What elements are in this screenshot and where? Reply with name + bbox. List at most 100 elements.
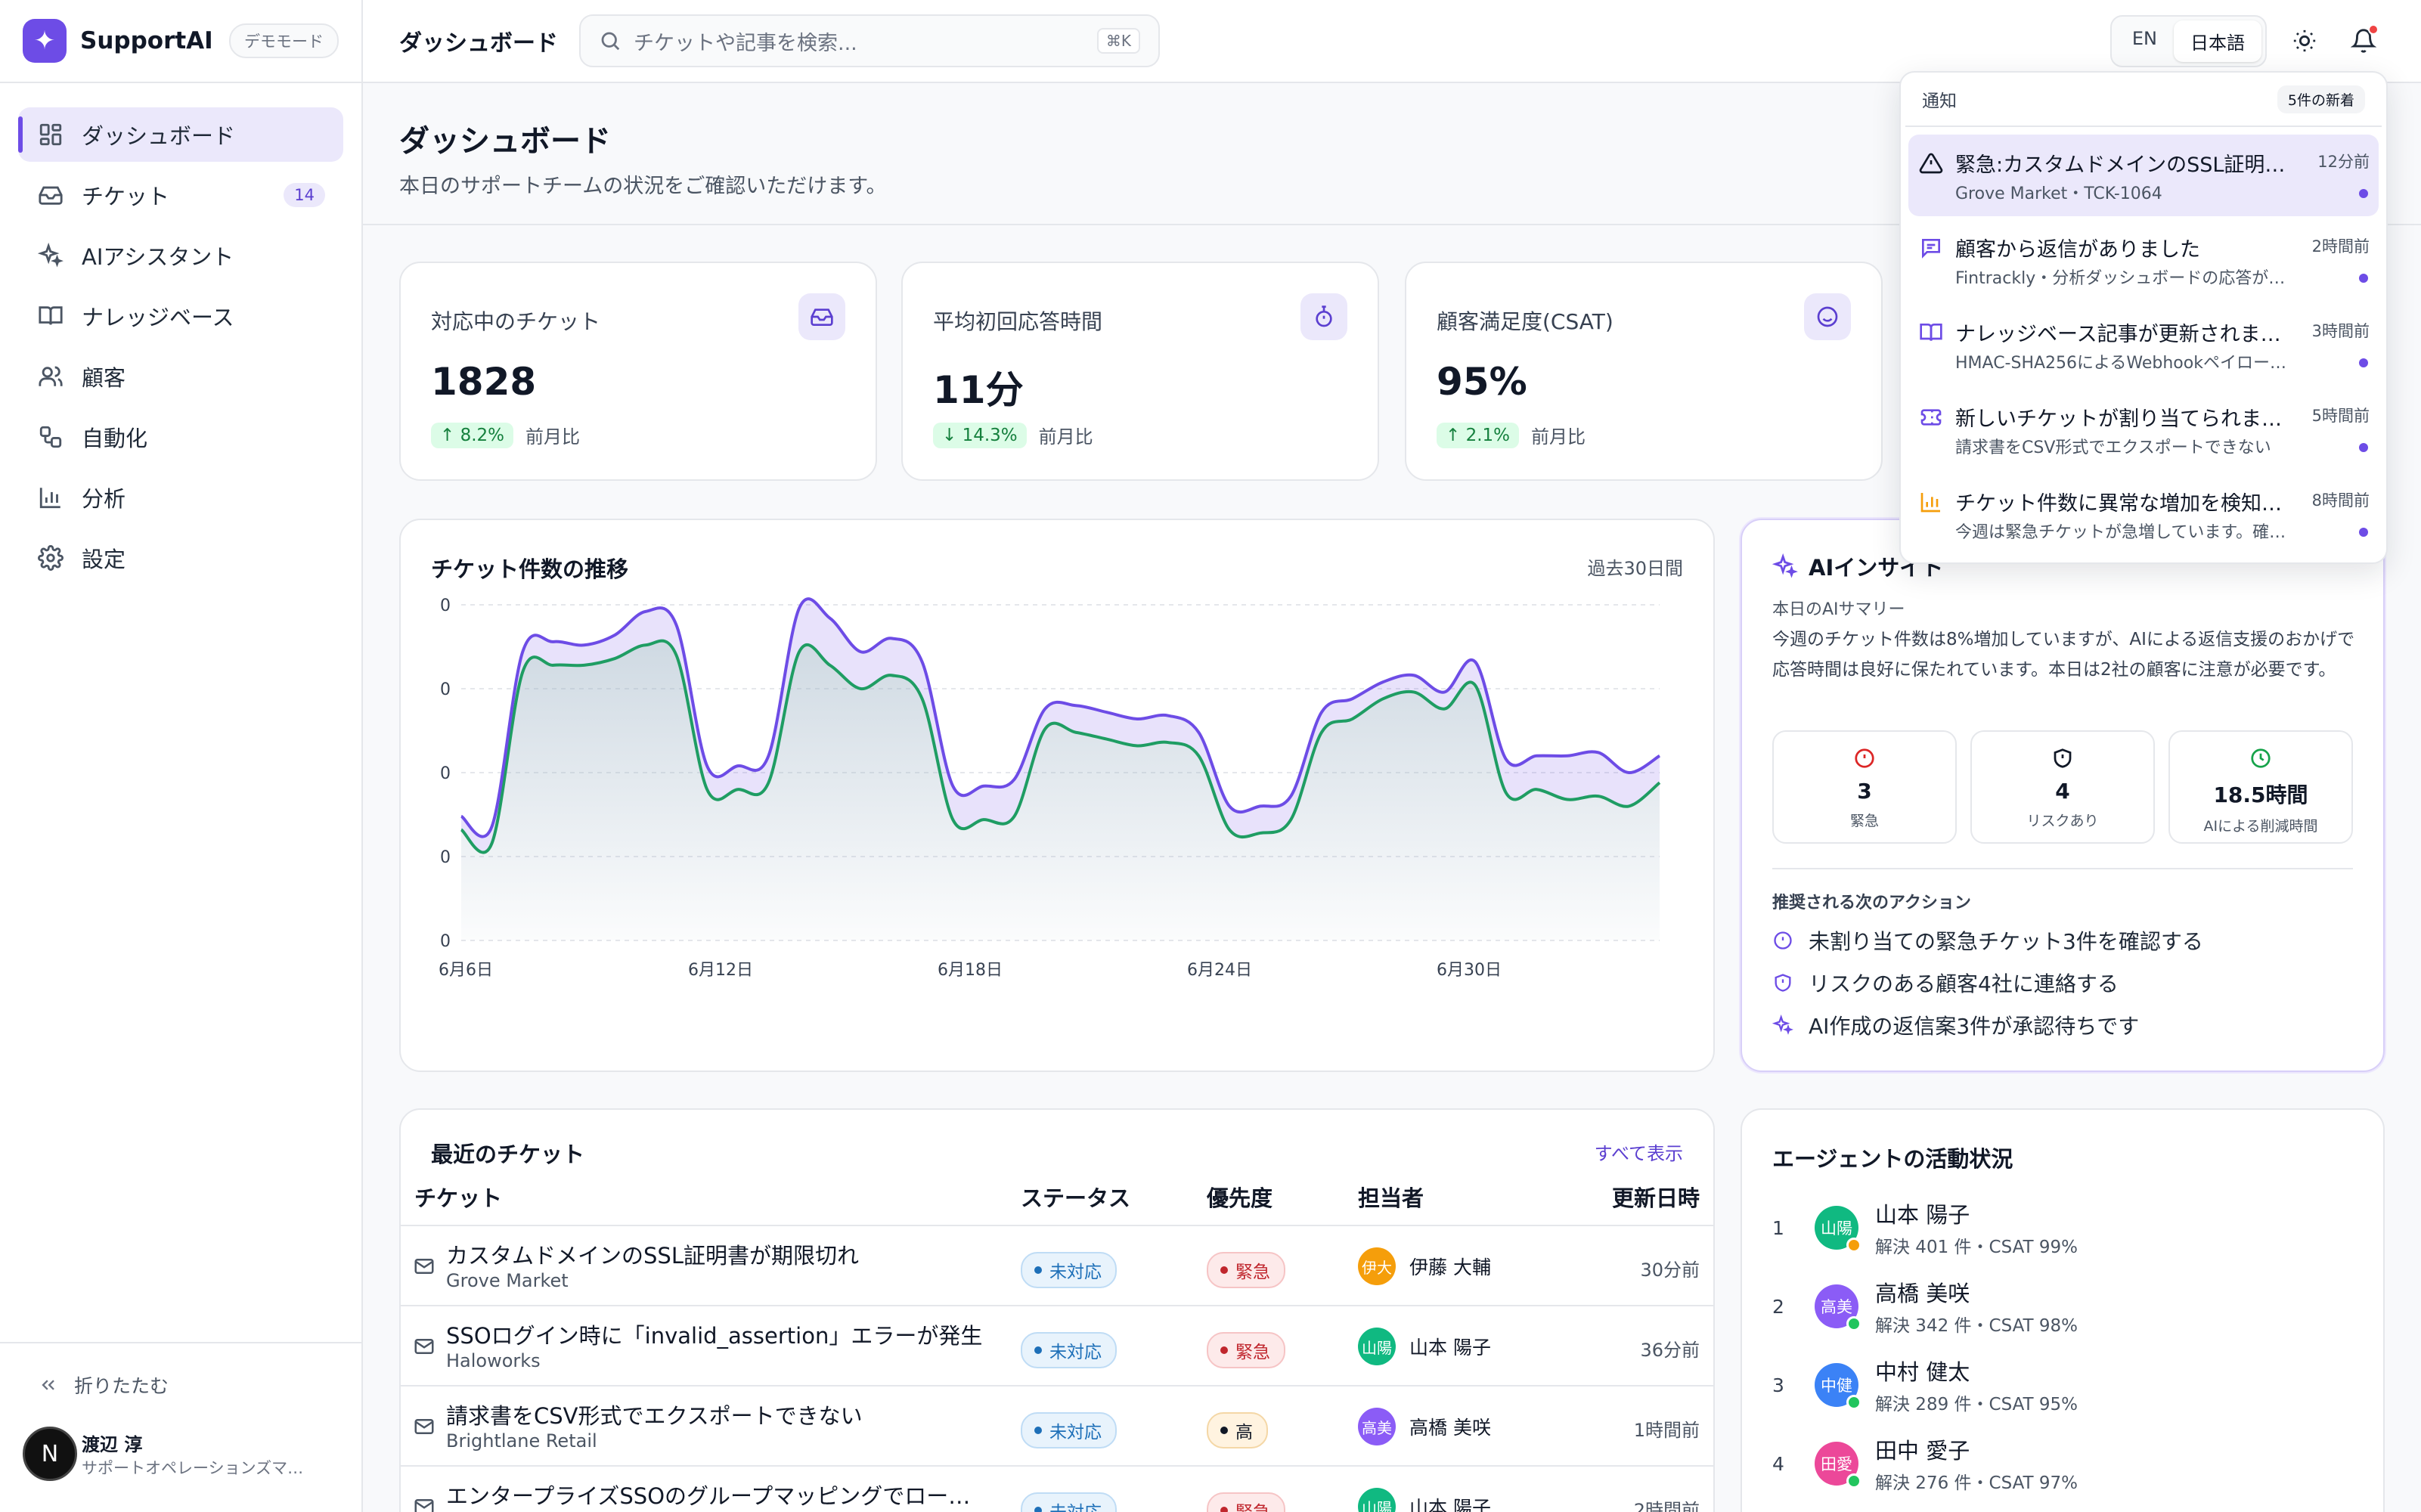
- notification-subtitle: 請求書をCSV形式でエクスポートできない: [1955, 438, 2271, 457]
- priority-badge: 緊急: [1207, 1492, 1285, 1512]
- notifications-button[interactable]: [2342, 20, 2385, 62]
- gear-icon: [36, 544, 65, 572]
- ai-actions-heading: 推奨される次のアクション: [1772, 894, 1971, 912]
- column-header-priority[interactable]: 優先度: [1207, 1181, 1272, 1213]
- user-profile[interactable]: N 渡辺 淳 サポートオペレーションズマネージャー: [23, 1427, 339, 1481]
- avatar: 山陽: [1358, 1328, 1396, 1365]
- sidebar-item-settings[interactable]: 設定: [18, 531, 343, 585]
- presence-dot: [1846, 1316, 1861, 1331]
- ai-action-label: リスクのある顧客4社に連絡する: [1809, 971, 2119, 996]
- ai-stat-label: 緊急: [1849, 813, 1879, 829]
- agent-name: 中村 健太: [1875, 1359, 1970, 1385]
- avatar: 伊大: [1358, 1247, 1396, 1285]
- sidebar-item-ai-assistant[interactable]: AIアシスタント: [18, 228, 343, 283]
- workflow-icon: [36, 423, 65, 451]
- priority-badge: 緊急: [1207, 1332, 1285, 1368]
- assignee: 山陽 山本 陽子: [1358, 1328, 1491, 1365]
- mail-icon: [413, 1335, 436, 1358]
- recent-tickets-card: 最近のチケット すべて表示 チケット ステータス 優先度 担当者 更新日時 カス…: [399, 1108, 1715, 1512]
- agent-meta: 解決 401 件・CSAT 99%: [1875, 1238, 2078, 1257]
- table-row[interactable]: カスタムドメインのSSL証明書が期限切れ Grove Market 未対応 緊急…: [401, 1225, 1713, 1305]
- sidebar-item-customers[interactable]: 顧客: [18, 349, 343, 404]
- notification-item[interactable]: チケット件数に異常な増加を検知しました 今週は緊急チケットが急増しています。確認…: [1908, 473, 2379, 555]
- column-header-updated[interactable]: 更新日時: [1612, 1181, 1700, 1213]
- ai-summary-heading: 本日のAIサマリー: [1772, 600, 1905, 619]
- agent-item[interactable]: 1 山陽 山本 陽子解決 401 件・CSAT 99%: [1772, 1198, 2078, 1258]
- avatar: 山陽: [1358, 1488, 1396, 1512]
- divider: [1772, 868, 2353, 869]
- stat-label: 対応中のチケット: [431, 309, 601, 334]
- book-icon: [1919, 321, 1945, 346]
- updated-time: 36分前: [1640, 1340, 1700, 1361]
- notification-item[interactable]: 緊急:カスタムドメインのSSL証明書が期限切れ Grove Market・TCK…: [1908, 135, 2379, 216]
- y-tick-label: 0: [440, 848, 451, 867]
- unread-dot: [2359, 443, 2368, 452]
- bar-chart-icon: [36, 483, 65, 512]
- theme-toggle-button[interactable]: [2283, 20, 2326, 62]
- sidebar-item-dashboard[interactable]: ダッシュボード: [18, 107, 343, 162]
- notification-subtitle: HMAC-SHA256によるWebhookペイロードの検証: [1955, 354, 2300, 373]
- sidebar-footer: 折りたたむ N 渡辺 淳 サポートオペレーションズマネージャー: [0, 1342, 361, 1512]
- notification-item[interactable]: 新しいチケットが割り当てられました 請求書をCSV形式でエクスポートできない 5…: [1908, 389, 2379, 470]
- agent-name: 山本 陽子: [1875, 1202, 1970, 1228]
- stat-card-first-response: 平均初回応答時間 11分 ↓ 14.3% 前月比: [901, 262, 1379, 481]
- sidebar-item-tickets[interactable]: チケット 14: [18, 168, 343, 222]
- sparkles-icon: [36, 241, 65, 270]
- table-row[interactable]: 請求書をCSV形式でエクスポートできない Brightlane Retail 未…: [401, 1385, 1713, 1465]
- avatar-initials: 山陽: [1821, 1219, 1852, 1238]
- ai-stat-urgent[interactable]: 3 緊急: [1772, 730, 1957, 844]
- shield-alert-icon: [2054, 748, 2072, 768]
- x-tick-label: 6月18日: [938, 961, 1003, 980]
- notifications-popover: 通知 5件の新着 緊急:カスタムドメインのSSL証明書が期限切れ Grove M…: [1899, 71, 2388, 564]
- sidebar-item-knowledge-base[interactable]: ナレッジベース: [18, 289, 343, 343]
- assignee: 伊大 伊藤 大輔: [1358, 1247, 1491, 1285]
- inbox-icon: [798, 293, 845, 340]
- notifications-title: 通知: [1922, 91, 1957, 111]
- view-all-link[interactable]: すべて表示: [1595, 1139, 1683, 1165]
- status-badge: 未対応: [1021, 1332, 1117, 1368]
- sidebar-item-automation[interactable]: 自動化: [18, 410, 343, 464]
- lang-en-button[interactable]: EN: [2116, 20, 2174, 62]
- ticket-customer: Grove Market: [446, 1270, 569, 1291]
- agent-activity-card: エージェントの活動状況 1 山陽 山本 陽子 解決 401 件・CSAT 99% …: [1741, 1108, 2385, 1512]
- brand: ✦ SupportAI デモモード: [0, 0, 361, 83]
- column-header-status[interactable]: ステータス: [1021, 1181, 1130, 1213]
- sparkles-icon: [1772, 553, 1798, 578]
- ai-action-contact-at-risk[interactable]: リスクのある顧客4社に連絡する: [1772, 968, 2119, 998]
- ai-action-approve-drafts[interactable]: AI作成の返信案3件が承認待ちです: [1772, 1010, 2139, 1040]
- notification-subtitle: 今週は緊急チケットが急増しています。確認してください: [1955, 523, 2300, 542]
- agent-item[interactable]: 2 高美 高橋 美咲 解決 342 件・CSAT 98%: [1772, 1276, 2078, 1337]
- column-header-assignee[interactable]: 担当者: [1358, 1181, 1424, 1213]
- assignee: 山陽 山本 陽子: [1358, 1488, 1491, 1512]
- ai-stat-at-risk[interactable]: 4 リスクあり: [1970, 730, 2155, 844]
- agent-rank: 1: [1772, 1216, 1784, 1239]
- sparkle-logo-icon: ✦: [23, 19, 67, 63]
- sidebar-item-analytics[interactable]: 分析: [18, 470, 343, 525]
- collapse-sidebar-button[interactable]: 折りたたむ: [23, 1343, 339, 1427]
- clock-icon: [2251, 748, 2271, 768]
- alert-circle-icon: [1774, 931, 1792, 950]
- search-input[interactable]: チケットや記事を検索... ⌘K: [579, 14, 1160, 67]
- agent-name: 田中 愛子: [1875, 1438, 1970, 1464]
- agent-item[interactable]: 4 田愛 田中 愛子 解決 276 件・CSAT 97%: [1772, 1433, 2078, 1494]
- agent-item[interactable]: 3 中健 中村 健太 解決 289 件・CSAT 95%: [1772, 1355, 2078, 1415]
- notification-item[interactable]: 顧客から返信がありました Fintrackly・分析ダッシュボードの応答が遅い …: [1908, 219, 2379, 301]
- sidebar-item-label: AIアシスタント: [82, 244, 234, 270]
- ai-action-review-urgent[interactable]: 未割り当ての緊急チケット3件を確認する: [1772, 925, 2203, 956]
- status-badge: 未対応: [1021, 1412, 1117, 1448]
- lang-ja-button[interactable]: 日本語: [2174, 20, 2261, 62]
- notification-title: 新しいチケットが割り当てられました: [1955, 407, 2300, 431]
- notification-item[interactable]: ナレッジベース記事が更新されました HMAC-SHA256によるWebhookペ…: [1908, 304, 2379, 386]
- unread-dot: [2368, 24, 2379, 35]
- notification-time: 5時間前: [2311, 407, 2370, 425]
- table-row[interactable]: エンタープライズSSOのグループマッピングでロールが反映されない 未対応 緊急 …: [401, 1465, 1713, 1512]
- table-row[interactable]: SSOログイン時に「invalid_assertion」エラーが発生 Halow…: [401, 1305, 1713, 1385]
- notification-subtitle: Grove Market・TCK-1064: [1955, 184, 2162, 203]
- unread-dot: [2359, 274, 2368, 283]
- mail-icon: [413, 1415, 436, 1438]
- ai-stat-time-saved[interactable]: 18.5時間 AIによる削減時間: [2168, 730, 2353, 844]
- recent-tickets-title: 最近のチケット: [431, 1142, 585, 1167]
- ai-stat-label: リスクあり: [2026, 813, 2099, 829]
- presence-dot: [1846, 1473, 1861, 1489]
- column-header-ticket[interactable]: チケット: [414, 1181, 502, 1213]
